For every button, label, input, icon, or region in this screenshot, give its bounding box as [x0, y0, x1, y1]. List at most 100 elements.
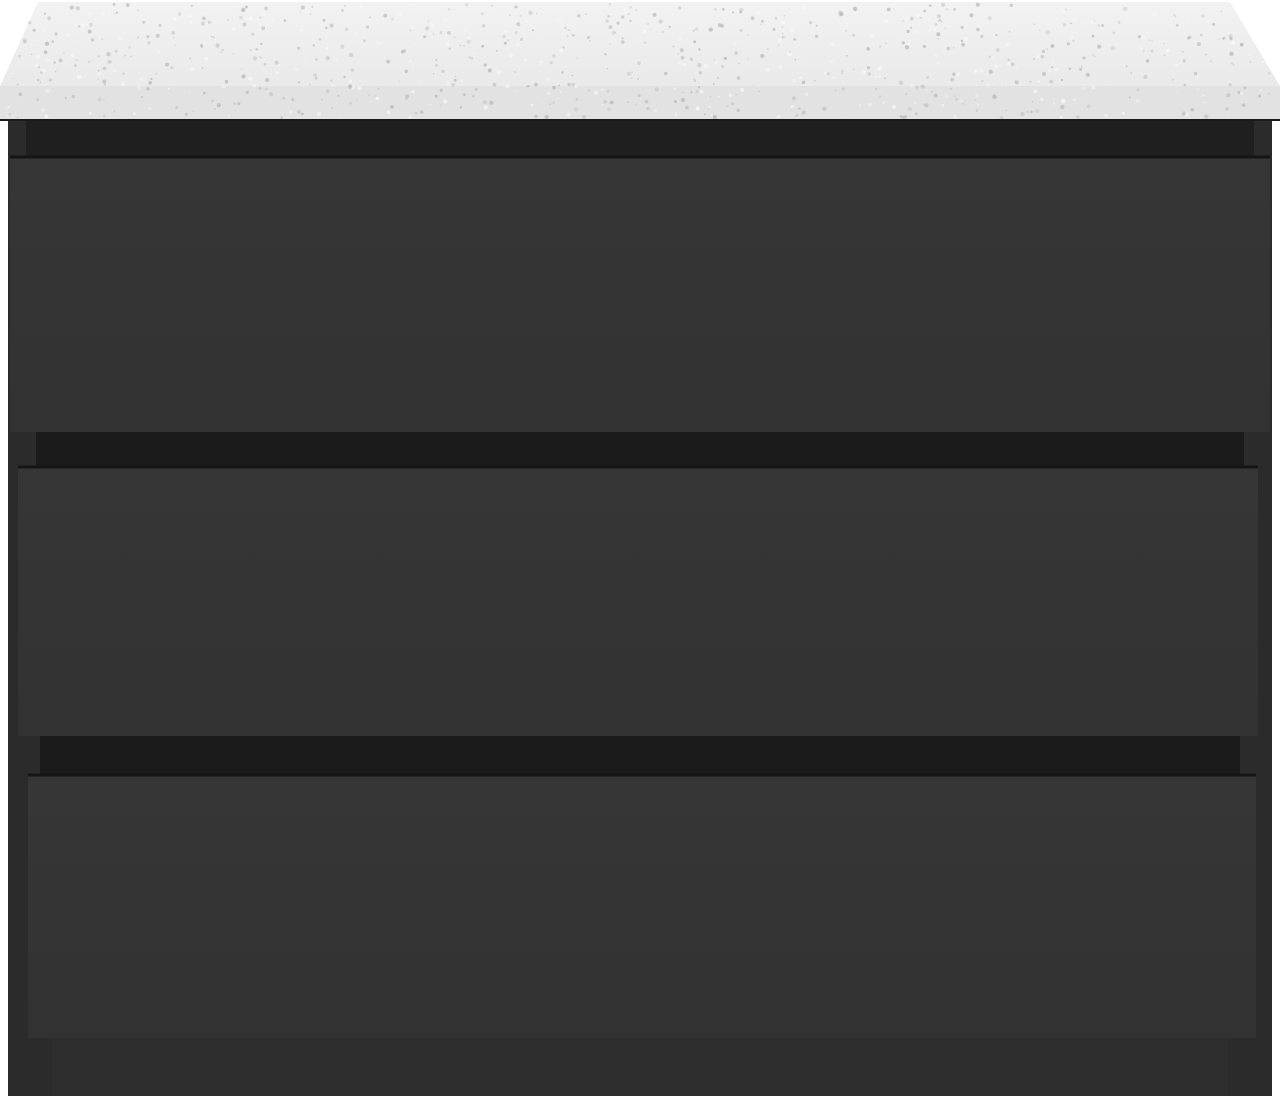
countertop-speckle: [1066, 42, 1070, 46]
countertop-speckle: [902, 19, 905, 22]
countertop-speckle: [139, 77, 144, 82]
countertop-speckle: [953, 114, 958, 119]
countertop-speckle: [698, 71, 702, 75]
countertop-speckle: [975, 93, 980, 98]
countertop-speckle: [950, 77, 954, 82]
countertop-speckle: [562, 46, 565, 49]
countertop-speckle: [910, 94, 912, 97]
countertop-speckle: [1038, 29, 1041, 32]
countertop-speckle: [693, 25, 696, 27]
countertop-speckle: [169, 28, 172, 31]
countertop-speckle: [429, 103, 431, 106]
drawer-bottom[interactable]: [28, 773, 1256, 1038]
countertop-speckle: [390, 105, 394, 109]
countertop-speckle: [940, 20, 943, 23]
countertop-speckle: [1230, 62, 1234, 65]
countertop-speckle: [1060, 105, 1065, 110]
countertop-speckle: [32, 28, 36, 32]
countertop-speckle: [391, 18, 394, 21]
countertop-speckle: [75, 6, 80, 11]
countertop-speckle: [460, 79, 464, 83]
countertop-speckle: [325, 26, 328, 30]
countertop-speckle: [439, 31, 443, 35]
countertop-speckle: [1182, 59, 1186, 63]
countertop-speckle: [369, 16, 371, 19]
countertop-speckle: [465, 3, 469, 7]
countertop-speckle: [44, 114, 49, 119]
countertop-speckle: [101, 11, 106, 16]
countertop-speckle: [653, 37, 656, 39]
countertop-speckle: [107, 10, 111, 13]
countertop-speckle: [451, 82, 455, 87]
countertop-speckle: [283, 19, 287, 22]
countertop-speckle: [801, 5, 806, 10]
countertop-speckle: [813, 79, 816, 82]
countertop-speckle: [866, 47, 870, 51]
countertop-speckle: [721, 64, 724, 68]
countertop-speckle: [1204, 114, 1209, 119]
countertop-speckle: [739, 28, 743, 32]
countertop-speckle: [1061, 99, 1066, 104]
countertop-speckle: [637, 78, 640, 80]
countertop-speckle: [936, 32, 941, 37]
countertop-speckle: [81, 23, 85, 27]
countertop-speckle: [868, 103, 872, 107]
countertop-speckle: [1175, 63, 1179, 67]
countertop-speckle: [22, 37, 27, 43]
drawer-middle[interactable]: [18, 465, 1258, 736]
countertop-speckle: [35, 39, 38, 42]
countertop-speckle: [877, 66, 882, 71]
countertop-speckle: [798, 27, 801, 30]
countertop-speckle: [349, 52, 354, 58]
countertop-speckle: [18, 92, 23, 97]
countertop-speckle: [156, 50, 161, 54]
countertop-speckle: [831, 42, 835, 46]
countertop-speckle: [264, 6, 269, 11]
drawer-top[interactable]: [10, 155, 1270, 432]
countertop-speckle: [916, 13, 920, 17]
countertop-speckle: [601, 88, 605, 92]
countertop-speckle: [839, 12, 844, 17]
countertop-speckle: [1231, 40, 1236, 45]
countertop-speckle: [1143, 74, 1148, 79]
countertop-speckle: [139, 71, 141, 73]
countertop-speckle: [1047, 69, 1051, 73]
countertop-speckle: [646, 106, 650, 111]
countertop-speckle: [906, 29, 910, 34]
countertop-speckle: [354, 32, 358, 35]
countertop-speckle: [270, 72, 273, 75]
countertop-speckle: [793, 37, 797, 41]
countertop-speckle: [1033, 89, 1038, 94]
countertop-speckle: [895, 80, 897, 83]
countertop-speckle: [847, 66, 850, 69]
countertop-speckle: [212, 36, 215, 39]
countertop-speckle: [1082, 86, 1085, 90]
countertop-speckle: [710, 113, 713, 117]
countertop-speckle: [527, 84, 530, 88]
countertop-speckle: [171, 57, 173, 59]
countertop-speckle: [8, 112, 12, 116]
countertop-speckle: [21, 35, 24, 38]
countertop-speckle: [103, 98, 105, 101]
countertop-speckle: [106, 52, 111, 57]
countertop-speckle: [473, 53, 475, 55]
countertop-speckle: [308, 83, 312, 86]
countertop-speckle: [224, 79, 229, 84]
countertop-speckle: [758, 90, 761, 93]
countertop-speckle: [1081, 65, 1083, 68]
countertop-speckle: [192, 14, 195, 16]
countertop-speckle: [1187, 35, 1192, 40]
countertop-speckle: [386, 59, 390, 64]
countertop-speckle: [1064, 8, 1067, 11]
countertop-speckle: [747, 58, 749, 60]
countertop-speckle: [54, 70, 57, 73]
countertop-speckle: [778, 44, 780, 47]
countertop-speckle: [923, 9, 927, 13]
countertop-speckle: [1041, 49, 1046, 54]
countertop-speckle: [97, 71, 102, 76]
countertop-speckle: [901, 41, 905, 45]
countertop-speckle: [201, 67, 204, 70]
countertop-speckle: [88, 60, 91, 63]
countertop-speckle: [940, 94, 943, 96]
countertop-speckle: [241, 7, 246, 13]
